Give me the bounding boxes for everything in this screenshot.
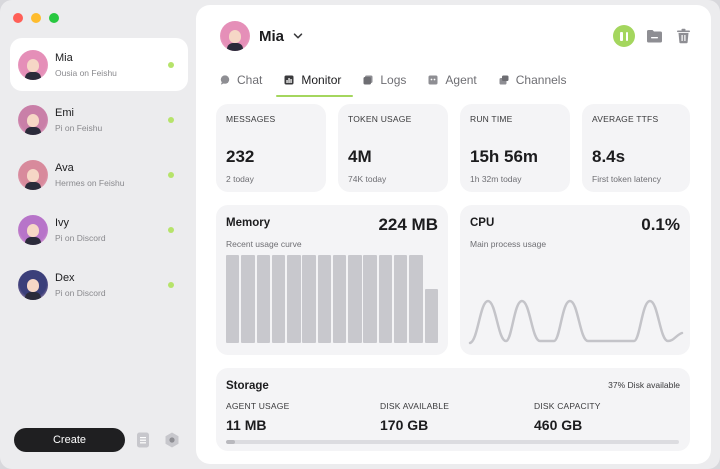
agent-platform: Pi on Feishu [55, 122, 103, 133]
stat-card-messages: MESSAGES 232 2 today [216, 104, 326, 192]
agent-platform: Hermes on Feishu [55, 177, 125, 188]
agent-platform: Pi on Discord [55, 232, 106, 243]
disk-available-note: 37% Disk available [608, 380, 680, 390]
agent-icon [428, 75, 438, 85]
memory-usage-bars [226, 253, 438, 343]
avatar [18, 269, 48, 300]
online-status-dot [168, 282, 174, 288]
memory-subtitle: Recent usage curve [226, 239, 302, 249]
tab-channels[interactable]: Channels [497, 67, 587, 93]
logs-icon [363, 75, 373, 85]
online-status-dot [168, 172, 174, 178]
agent-item-ava[interactable]: Ava Hermes on Feishu [10, 148, 188, 201]
stat-label: RUN TIME [470, 114, 513, 124]
app-window: Mia Ousia on Feishu Emi Pi on Feishu Ava… [0, 0, 720, 469]
agent-item-emi[interactable]: Emi Pi on Feishu [10, 93, 188, 146]
online-status-dot [168, 62, 174, 68]
tab-chat[interactable]: Chat [218, 67, 282, 93]
settings-icon[interactable] [164, 432, 180, 448]
agent-header: Mia [220, 21, 304, 51]
stat-label: MESSAGES [226, 114, 276, 124]
memory-bar [226, 254, 240, 343]
avatar [220, 21, 250, 51]
agent-name: Ivy [55, 216, 70, 229]
monitor-icon [284, 75, 294, 85]
agent-name: Dex [55, 271, 75, 284]
avatar [18, 159, 48, 190]
agent-item-ivy[interactable]: Ivy Pi on Discord [10, 203, 188, 256]
agent-platform: Ousia on Feishu [55, 67, 117, 78]
tab-logs[interactable]: Logs [361, 67, 426, 93]
stat-card-run-time: RUN TIME 15h 56m 1h 32m today [460, 104, 570, 192]
memory-value: 224 MB [378, 215, 438, 234]
avatar [18, 49, 48, 80]
cpu-title: CPU [470, 217, 495, 229]
channels-icon [499, 75, 509, 85]
stat-card-token-usage: TOKEN USAGE 4M 74K today [338, 104, 448, 192]
stat-label: AVERAGE TTFS [592, 114, 659, 124]
tab-agent[interactable]: Agent [426, 67, 496, 93]
memory-bar [287, 254, 301, 343]
memory-bar [424, 289, 438, 343]
agent-item-dex[interactable]: Dex Pi on Discord [10, 258, 188, 311]
stat-value: 232 [226, 147, 255, 166]
avatar [18, 104, 48, 135]
pause-button[interactable] [613, 25, 635, 47]
agent-platform: Pi on Discord [55, 287, 106, 298]
memory-bar [332, 254, 347, 343]
cpu-subtitle: Main process usage [470, 239, 547, 249]
agent-item-mia[interactable]: Mia Ousia on Feishu [10, 38, 188, 91]
cpu-value: 0.1% [641, 215, 680, 234]
stat-card-average-ttfs: AVERAGE TTFS 8.4s First token latency [582, 104, 690, 192]
chevron-down-icon[interactable] [292, 30, 304, 42]
document-icon[interactable] [135, 432, 151, 448]
memory-title: Memory [226, 217, 271, 229]
storage-disk-capacity: DISK CAPACITY 460 GB [534, 401, 601, 433]
agent-name: Emi [55, 106, 74, 119]
stat-value: 15h 56m [470, 147, 539, 166]
storage-card: Storage 37% Disk available AGENT USAGE 1… [216, 368, 690, 451]
stat-value: 8.4s [592, 147, 626, 166]
trash-icon[interactable] [673, 26, 693, 46]
stat-subtext: 74K today [348, 174, 387, 184]
memory-bar [302, 254, 316, 343]
archive-icon[interactable] [644, 26, 664, 46]
storage-disk-available: DISK AVAILABLE 170 GB [380, 401, 450, 433]
tab-bar: Chat Monitor Logs Agent Channels [218, 67, 586, 97]
cpu-card: CPU 0.1% Main process usage [460, 205, 690, 355]
memory-bar [409, 254, 423, 343]
stat-subtext: First token latency [592, 174, 661, 184]
sidebar: Mia Ousia on Feishu Emi Pi on Feishu Ava… [0, 0, 196, 469]
agent-name: Mia [55, 51, 73, 64]
agent-title: Mia [259, 27, 285, 45]
stat-label: TOKEN USAGE [348, 114, 412, 124]
online-status-dot [168, 227, 174, 233]
stat-subtext: 2 today [226, 174, 254, 184]
storage-agent-usage: AGENT USAGE 11 MB [226, 401, 290, 433]
online-status-dot [168, 117, 174, 123]
memory-bar [271, 254, 286, 343]
memory-bar [348, 254, 362, 343]
create-agent-button[interactable]: Create [14, 428, 125, 452]
storage-progress-fill [226, 440, 236, 444]
cpu-usage-curve [468, 299, 684, 345]
memory-bar [317, 254, 332, 343]
agent-name: Ava [55, 161, 74, 174]
tab-monitor[interactable]: Monitor [276, 67, 361, 97]
storage-progress-bar [226, 440, 679, 444]
avatar [18, 214, 48, 245]
memory-bar [363, 254, 377, 343]
memory-card: Memory 224 MB Recent usage curve [216, 205, 448, 355]
memory-bar [378, 254, 393, 343]
chat-icon [220, 75, 230, 85]
main-panel: Mia Chat Monitor Logs Agent Channels MES… [196, 5, 711, 464]
stat-value: 4M [348, 147, 372, 166]
stat-subtext: 1h 32m today [470, 174, 522, 184]
agent-list: Mia Ousia on Feishu Emi Pi on Feishu Ava… [10, 38, 188, 313]
header-actions [613, 25, 693, 47]
memory-bar [241, 254, 255, 343]
memory-bar [256, 254, 270, 343]
memory-bar [393, 254, 408, 343]
storage-title: Storage [226, 380, 269, 392]
